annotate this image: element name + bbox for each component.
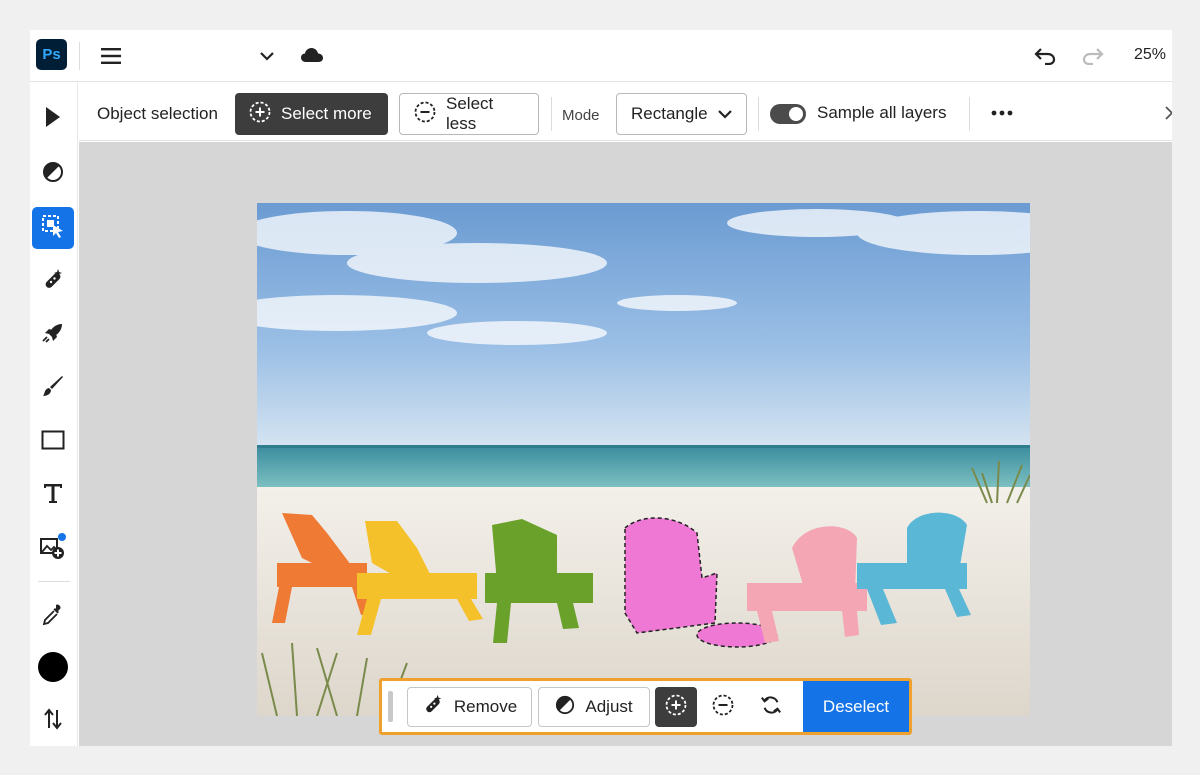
remove-label: Remove: [453, 697, 518, 716]
minus-circle-icon: [712, 694, 734, 721]
more-options-icon[interactable]: [987, 103, 1017, 123]
half-circle-icon: [42, 161, 64, 188]
refresh-icon: [760, 694, 782, 721]
add-to-selection-button[interactable]: [655, 687, 697, 727]
beach-scene-image: [257, 203, 1030, 716]
minus-circle-icon: [414, 101, 436, 128]
shape-tool[interactable]: [32, 421, 74, 463]
zoom-level[interactable]: 25%: [1134, 46, 1166, 64]
select-more-label: Select more: [281, 104, 372, 123]
select-less-button[interactable]: Select less: [399, 93, 539, 135]
tool-separator: [38, 581, 70, 582]
color-circle-icon: [37, 651, 69, 688]
bandage-icon: [422, 694, 444, 721]
cloud-icon[interactable]: [298, 43, 326, 67]
select-more-button[interactable]: Select more: [235, 93, 388, 135]
type-icon: [42, 482, 64, 509]
swap-colors[interactable]: [32, 700, 74, 742]
mode-value: Rectangle: [631, 104, 708, 123]
invert-selection-button[interactable]: [751, 687, 791, 727]
eyedropper-icon: [42, 603, 64, 630]
healing-tool[interactable]: [32, 261, 74, 303]
drag-handle[interactable]: [388, 691, 393, 722]
quick-actions-tool[interactable]: [32, 314, 74, 356]
left-toolbar: [30, 83, 78, 746]
redo-icon[interactable]: [1080, 44, 1106, 68]
remove-button[interactable]: Remove: [407, 687, 532, 727]
beach-photo[interactable]: [257, 203, 1030, 716]
sample-all-layers-label: Sample all layers: [817, 103, 947, 122]
options-separator: [969, 97, 970, 131]
chevron-down-icon[interactable]: [256, 44, 278, 68]
swap-arrows-icon: [43, 707, 63, 735]
tool-options-bar: Object selection Select more Select less…: [79, 83, 1172, 141]
mode-label: Mode: [562, 107, 600, 124]
object-select-icon: [41, 214, 65, 243]
plus-circle-icon: [249, 101, 271, 128]
deselect-button[interactable]: Deselect: [803, 681, 909, 732]
select-less-label: Select less: [446, 94, 494, 133]
object-selection-tool[interactable]: [32, 207, 74, 249]
canvas-area[interactable]: [79, 142, 1172, 746]
sample-all-layers-toggle[interactable]: [770, 104, 806, 124]
hamburger-icon[interactable]: [98, 44, 124, 68]
photoshop-web-app: Ps 25% Object selection Select more Sele…: [30, 30, 1172, 746]
brush-tool[interactable]: [32, 367, 74, 409]
rectangle-icon: [41, 430, 65, 455]
half-circle-icon: [555, 695, 575, 720]
mode-dropdown[interactable]: Rectangle: [616, 93, 747, 135]
collapse-chevron-icon[interactable]: [1165, 103, 1172, 123]
bandage-icon: [41, 268, 65, 297]
adjust-button[interactable]: Adjust: [538, 687, 650, 727]
add-image-icon: [39, 532, 67, 566]
plus-circle-icon: [665, 694, 687, 721]
arrow-pointer-icon: [44, 106, 62, 133]
contextual-task-bar: Remove Adjust Deselect: [379, 678, 912, 735]
subtract-from-selection-button[interactable]: [703, 687, 743, 727]
brush-icon: [41, 374, 65, 403]
tool-name-label: Object selection: [97, 104, 218, 123]
color-swatch[interactable]: [32, 648, 74, 690]
top-bar: Ps 25%: [30, 30, 1172, 82]
ps-logo[interactable]: Ps: [36, 39, 67, 70]
type-tool[interactable]: [32, 474, 74, 516]
top-separator: [79, 42, 80, 70]
chevron-down-icon: [718, 104, 732, 124]
rocket-icon: [41, 321, 65, 350]
eyedropper-tool[interactable]: [32, 595, 74, 637]
undo-icon[interactable]: [1032, 44, 1058, 68]
move-tool[interactable]: [32, 98, 74, 140]
adjust-tool[interactable]: [32, 153, 74, 195]
options-separator: [551, 97, 552, 131]
add-image-tool[interactable]: [32, 528, 74, 570]
deselect-label: Deselect: [822, 696, 890, 716]
options-separator: [758, 97, 759, 131]
adjust-label: Adjust: [585, 697, 633, 716]
